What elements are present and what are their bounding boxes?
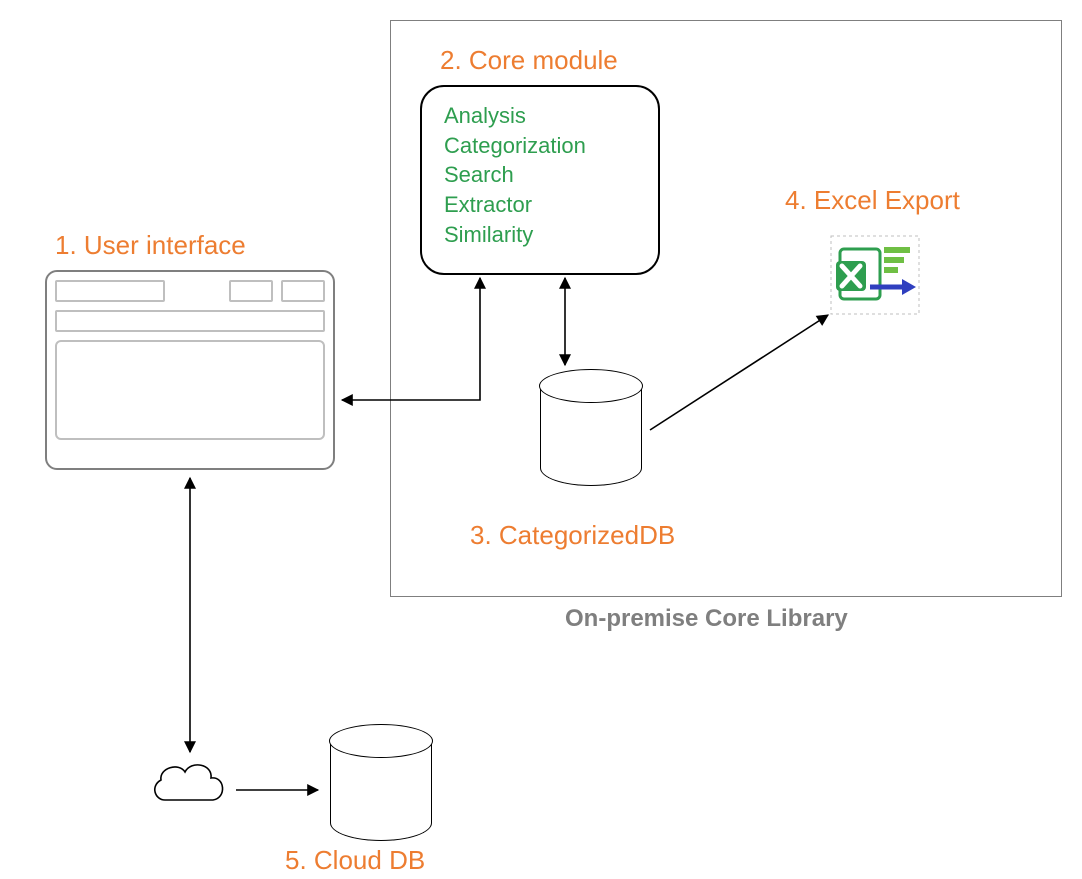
connectors [0,0,1082,879]
